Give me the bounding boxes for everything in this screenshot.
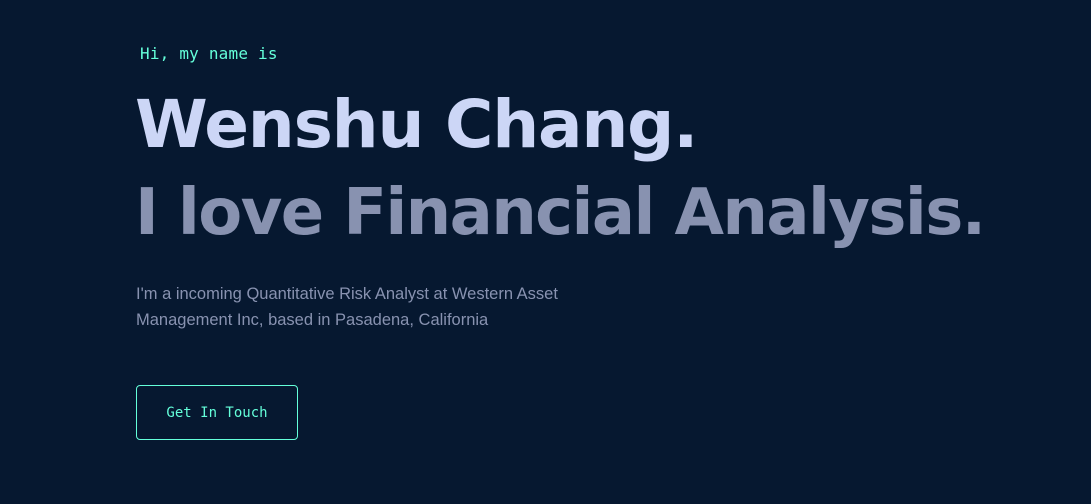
- name-heading: Wenshu Chang.: [135, 86, 698, 163]
- get-in-touch-button[interactable]: Get In Touch: [136, 385, 298, 440]
- intro-description: I'm a incoming Quantitative Risk Analyst…: [136, 285, 558, 329]
- tagline-heading: I love Financial Analysis.: [135, 176, 986, 250]
- hero-section: Hi, my name is Wenshu Chang. I love Fina…: [0, 0, 1091, 504]
- greeting-text: Hi, my name is: [140, 44, 278, 63]
